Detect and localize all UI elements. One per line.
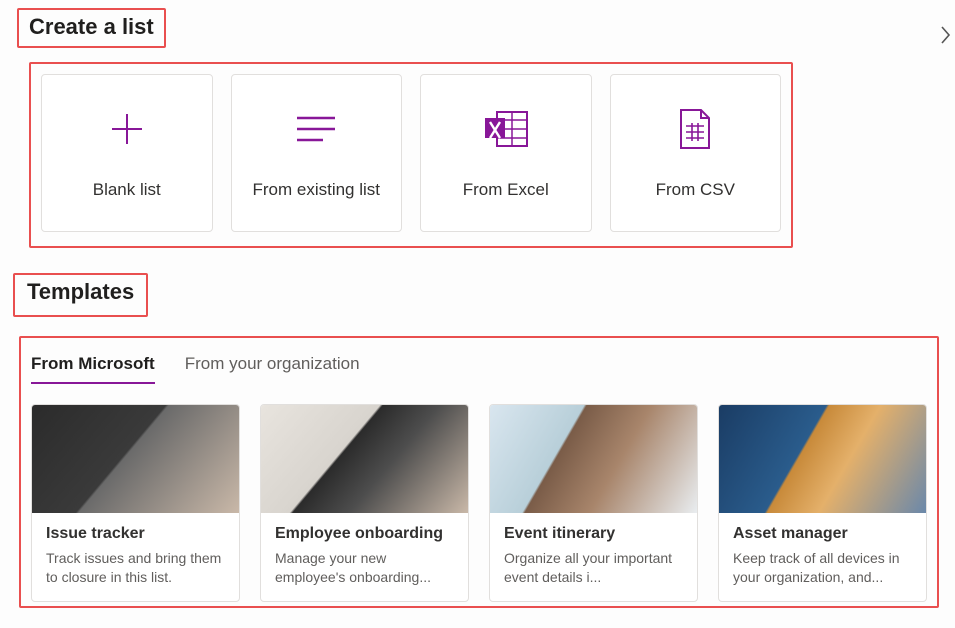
close-icon[interactable] xyxy=(939,26,953,50)
template-desc: Track issues and bring them to closure i… xyxy=(46,549,225,587)
create-blank-list[interactable]: Blank list xyxy=(41,74,213,232)
tab-from-microsoft[interactable]: From Microsoft xyxy=(31,346,155,384)
template-desc: Manage your new employee's onboarding... xyxy=(275,549,454,587)
template-desc: Organize all your important event detail… xyxy=(504,549,683,587)
tab-label: From your organization xyxy=(185,354,360,373)
create-list-heading-highlight: Create a list xyxy=(17,8,166,48)
template-asset-manager[interactable]: Asset manager Keep track of all devices … xyxy=(718,404,927,602)
template-thumbnail xyxy=(261,405,468,513)
list-lines-icon xyxy=(295,106,337,152)
template-event-itinerary[interactable]: Event itinerary Organize all your import… xyxy=(489,404,698,602)
create-from-excel[interactable]: From Excel xyxy=(420,74,592,232)
template-cards-row: Issue tracker Track issues and bring the… xyxy=(31,404,927,602)
templates-title: Templates xyxy=(27,279,134,305)
template-thumbnail xyxy=(719,405,926,513)
templates-tabs: From Microsoft From your organization xyxy=(31,346,927,384)
template-issue-tracker[interactable]: Issue tracker Track issues and bring the… xyxy=(31,404,240,602)
create-option-label: From existing list xyxy=(252,180,380,200)
excel-icon xyxy=(483,106,529,152)
create-option-label: From Excel xyxy=(463,180,549,200)
plus-icon xyxy=(108,106,146,152)
templates-heading-highlight: Templates xyxy=(13,273,148,317)
csv-file-icon xyxy=(677,106,713,152)
template-title: Event itinerary xyxy=(504,525,683,543)
tab-label: From Microsoft xyxy=(31,354,155,373)
templates-area-highlight: From Microsoft From your organization Is… xyxy=(19,336,939,608)
create-from-csv[interactable]: From CSV xyxy=(610,74,782,232)
tab-from-organization[interactable]: From your organization xyxy=(185,346,360,384)
template-title: Employee onboarding xyxy=(275,525,454,543)
create-option-label: Blank list xyxy=(93,180,161,200)
create-options-highlight: Blank list From existing list From Excel xyxy=(29,62,793,248)
create-option-label: From CSV xyxy=(656,180,735,200)
template-employee-onboarding[interactable]: Employee onboarding Manage your new empl… xyxy=(260,404,469,602)
template-title: Asset manager xyxy=(733,525,912,543)
template-desc: Keep track of all devices in your organi… xyxy=(733,549,912,587)
template-thumbnail xyxy=(32,405,239,513)
template-title: Issue tracker xyxy=(46,525,225,543)
template-thumbnail xyxy=(490,405,697,513)
page-title: Create a list xyxy=(29,14,154,40)
create-from-existing-list[interactable]: From existing list xyxy=(231,74,403,232)
